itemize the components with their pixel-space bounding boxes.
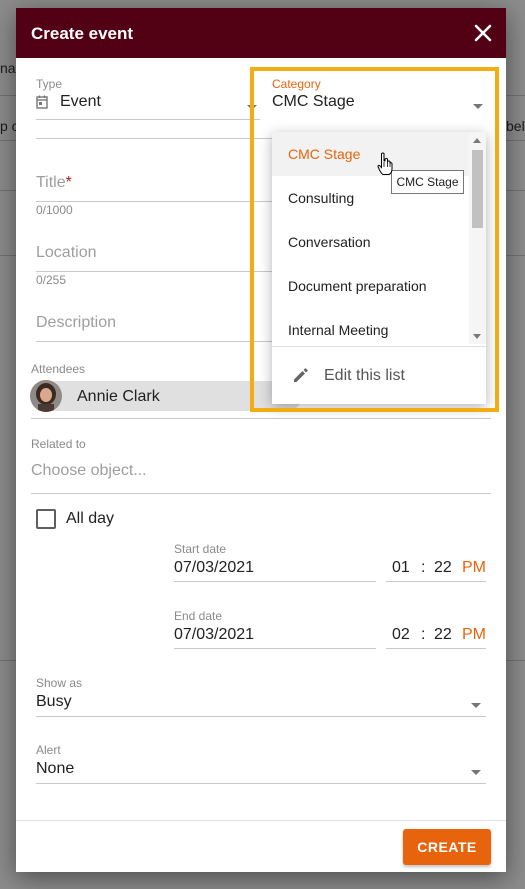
end-ampm-toggle[interactable]: PM <box>462 626 486 644</box>
show-as-underline <box>36 716 486 717</box>
start-hour-input[interactable]: 01 <box>392 559 410 577</box>
all-day-checkbox[interactable] <box>36 509 56 529</box>
start-minute-input[interactable]: 22 <box>434 559 452 577</box>
end-date-underline <box>174 648 376 649</box>
type-value[interactable]: Event <box>60 93 101 111</box>
time-separator: : <box>421 559 426 576</box>
related-to-input[interactable]: Choose object... <box>31 462 147 480</box>
title-input[interactable]: Title* <box>36 174 72 192</box>
start-date-underline <box>174 581 376 582</box>
attendee-name: Annie Clark <box>77 388 160 405</box>
show-as-chevron-down-icon[interactable] <box>471 703 481 708</box>
avatar <box>30 380 62 412</box>
calendar-icon <box>36 95 48 114</box>
related-to-underline <box>31 493 491 494</box>
attendees-underline <box>31 418 491 419</box>
show-as-select[interactable]: Busy <box>36 693 72 711</box>
type-underline <box>36 119 260 120</box>
title-counter: 0/1000 <box>36 203 73 217</box>
alert-select[interactable]: None <box>36 760 74 778</box>
category-tooltip: CMC Stage <box>391 170 464 194</box>
dialog-title: Create event <box>31 24 134 43</box>
dialog-header: Create event <box>16 8 506 58</box>
alert-label: Alert <box>36 743 61 757</box>
start-time-underline <box>386 581 486 582</box>
hand-cursor-icon <box>377 152 393 181</box>
end-time-underline <box>386 648 486 649</box>
all-day-label: All day <box>66 510 115 527</box>
attendees-label: Attendees <box>31 362 86 376</box>
alert-chevron-down-icon[interactable] <box>471 770 481 775</box>
related-to-label: Related to <box>31 437 86 451</box>
start-date-label: Start date <box>174 542 227 556</box>
close-icon <box>474 24 492 42</box>
end-date-label: End date <box>174 609 223 623</box>
end-hour-input[interactable]: 02 <box>392 626 410 644</box>
start-date-input[interactable]: 07/03/2021 <box>174 559 254 577</box>
location-input[interactable]: Location <box>36 244 97 262</box>
start-ampm-toggle[interactable]: PM <box>462 559 486 577</box>
title-placeholder: Title <box>36 174 66 191</box>
alert-underline <box>36 783 486 784</box>
footer-divider <box>16 820 506 821</box>
highlight-box <box>250 67 499 412</box>
end-minute-input[interactable]: 22 <box>434 626 452 644</box>
create-button[interactable]: CREATE <box>403 829 491 865</box>
end-date-input[interactable]: 07/03/2021 <box>174 626 254 644</box>
show-as-label: Show as <box>36 676 83 690</box>
type-label: Type <box>36 77 63 91</box>
close-button[interactable] <box>470 20 496 46</box>
time-separator: : <box>421 626 426 643</box>
required-mark: * <box>65 174 72 191</box>
description-input[interactable]: Description <box>36 314 116 332</box>
location-counter: 0/255 <box>36 273 67 287</box>
